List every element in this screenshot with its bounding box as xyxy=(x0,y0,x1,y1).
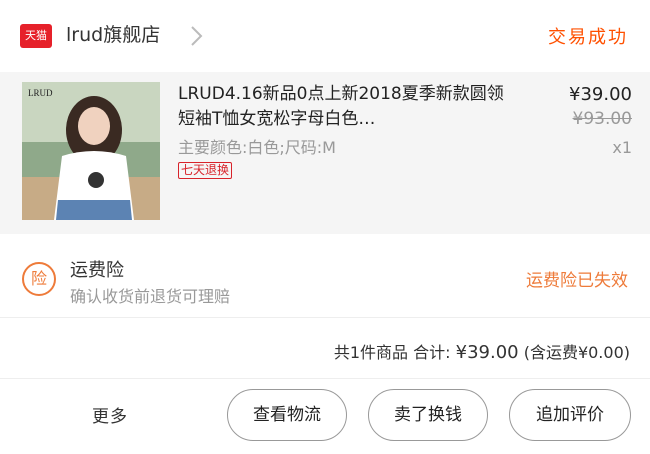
more-button[interactable]: 更多 xyxy=(92,402,128,427)
insurance-status: 运费险已失效 xyxy=(526,271,628,291)
order-summary: 共1件商品 合计: ¥39.00 (含运费¥0.00) xyxy=(0,319,650,379)
insurance-description: 确认收货前退货可理赔 xyxy=(70,287,231,306)
product-image[interactable]: LRUD xyxy=(22,82,160,220)
insurance-title: 运费险 xyxy=(70,260,124,281)
product-original-price: ¥93.00 xyxy=(572,109,632,129)
shop-name[interactable]: lrud旗舰店 xyxy=(66,20,160,47)
action-bar: 更多 查看物流 卖了换钱 追加评价 xyxy=(0,380,650,454)
item-count: 共1件商品 xyxy=(333,343,409,362)
shop-header[interactable]: 天猫 lrud旗舰店 交易成功 xyxy=(0,0,650,72)
tmall-logo-icon: 天猫 xyxy=(20,24,52,48)
trade-status: 交易成功 xyxy=(548,27,628,48)
product-title[interactable]: LRUD4.16新品0点上新2018夏季新款圆领短袖T恤女宽松字母白色… xyxy=(178,82,513,132)
order-item[interactable]: LRUD LRUD4.16新品0点上新2018夏季新款圆领短袖T恤女宽松字母白色… xyxy=(0,72,650,234)
product-price: ¥39.00 xyxy=(569,84,632,105)
product-sku: 主要颜色:白色;尺码:M xyxy=(178,138,336,157)
chevron-right-icon[interactable] xyxy=(186,24,208,48)
view-logistics-button[interactable]: 查看物流 xyxy=(227,389,347,441)
seven-day-return-badge: 七天退换 xyxy=(178,162,233,179)
total-label: 合计: xyxy=(413,343,451,362)
add-review-button[interactable]: 追加评价 xyxy=(509,389,631,441)
product-quantity: x1 xyxy=(612,138,632,157)
svg-text:LRUD: LRUD xyxy=(28,88,53,98)
shipping-insurance[interactable]: 险 运费险 确认收货前退货可理赔 运费险已失效 xyxy=(0,236,650,318)
total-amount: ¥39.00 xyxy=(455,342,519,363)
sell-button[interactable]: 卖了换钱 xyxy=(368,389,488,441)
order-total: 共1件商品 合计: ¥39.00 (含运费¥0.00) xyxy=(334,339,630,363)
insurance-icon: 险 xyxy=(22,262,56,296)
shipping-note: (含运费¥0.00) xyxy=(523,343,630,362)
